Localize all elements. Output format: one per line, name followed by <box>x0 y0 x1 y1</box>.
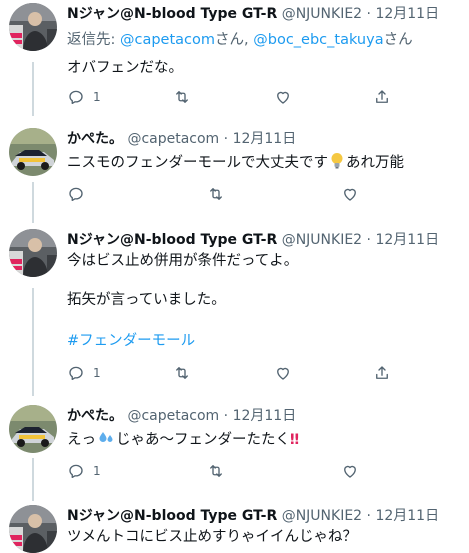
tweet-text-line: 拓矢が言っていました。 <box>67 292 226 308</box>
like-button[interactable] <box>274 87 292 107</box>
reply-icon <box>67 462 85 480</box>
share-button[interactable] <box>373 87 391 107</box>
retweet-icon <box>173 88 191 106</box>
hashtag-link[interactable]: #フェンダーモール <box>67 331 195 351</box>
sweat-droplets-emoji <box>97 429 115 447</box>
avatar[interactable] <box>9 405 57 453</box>
display-name[interactable]: Nジャン@N-blood Type GT-R <box>67 232 277 248</box>
reply-icon <box>67 364 85 382</box>
tweet-text: オバフェンだな。 <box>67 60 183 76</box>
user-handle[interactable]: @capetacom <box>127 131 219 147</box>
separator-dot: · <box>366 6 371 22</box>
reply-button[interactable] <box>67 184 85 204</box>
retweet-button[interactable] <box>207 184 225 204</box>
tweet-date[interactable]: 12月11日 <box>233 408 297 424</box>
like-button[interactable] <box>341 184 359 204</box>
separator-dot: · <box>223 408 229 424</box>
user-handle[interactable]: @capetacom <box>127 408 219 424</box>
tweet-text: ツメんトコにビス止めすりゃイイんじゃね？ <box>67 529 357 545</box>
like-button[interactable] <box>274 363 292 383</box>
reply-count: 1 <box>93 464 101 478</box>
user-handle[interactable]: @NJUNKIE2 <box>282 508 362 524</box>
tweet-text-part: ニスモのフェンダーモールで大丈夫です <box>67 155 328 171</box>
retweet-icon <box>173 364 191 382</box>
reply-context: 返信先: @capetacomさん, @boc_ebc_takuyaさん <box>67 30 413 50</box>
separator-dot: · <box>223 131 229 147</box>
tweet-text: ニスモのフェンダーモールで大丈夫です あれ万能 <box>67 152 404 173</box>
reply-count: 1 <box>93 366 101 380</box>
tweet[interactable]: かぺた。 @capetacom · 12月11日 ニスモのフェンダーモールで大丈… <box>0 128 469 208</box>
double-exclamation-emoji: ‼ <box>290 432 300 448</box>
tweet-date[interactable]: 12月11日 <box>233 131 297 147</box>
reply-icon <box>67 185 85 203</box>
tweet-text: えっ じゃあ～フェンダーたたく‼ <box>67 429 299 450</box>
tweet-actions: 1 <box>67 87 407 107</box>
tweet-date[interactable]: 12月11日 <box>375 232 439 248</box>
mention-link[interactable]: @boc_ebc_takuya <box>253 32 383 48</box>
tweet-text-part: じゃあ～フェンダーたたく <box>116 432 290 448</box>
display-name[interactable]: かぺた。 <box>67 408 123 424</box>
separator-dot: · <box>366 508 371 524</box>
tweet-header: Nジャン@N-blood Type GT-R @NJUNKIE2 · 12月11… <box>67 231 439 249</box>
tweet[interactable]: Nジャン@N-blood Type GT-R @NJUNKIE2 · 12月11… <box>0 229 469 389</box>
tweet-text-line: 今はビス止め併用が条件だってよ。 <box>67 253 299 269</box>
tweet-text-part: えっ <box>67 432 96 448</box>
share-button[interactable] <box>373 363 391 383</box>
heart-icon <box>341 185 359 203</box>
tweet[interactable]: Nジャン@N-blood Type GT-R @NJUNKIE2 · 12月11… <box>0 505 469 545</box>
tweet-header: Nジャン@N-blood Type GT-R @NJUNKIE2 · 12月11… <box>67 5 439 23</box>
light-bulb-emoji <box>330 152 344 170</box>
reply-button[interactable]: 1 <box>67 363 101 383</box>
reply-icon <box>67 88 85 106</box>
avatar[interactable] <box>9 505 57 553</box>
user-handle[interactable]: @NJUNKIE2 <box>282 6 362 22</box>
display-name[interactable]: Nジャン@N-blood Type GT-R <box>67 508 277 524</box>
share-icon <box>373 88 391 106</box>
avatar[interactable] <box>9 128 57 176</box>
tweet-header: かぺた。 @capetacom · 12月11日 <box>67 407 296 425</box>
retweet-button[interactable] <box>173 87 191 107</box>
mention-link[interactable]: @capetacom <box>120 32 215 48</box>
display-name[interactable]: Nジャン@N-blood Type GT-R <box>67 6 277 22</box>
tweet-actions: 1 <box>67 461 407 481</box>
reply-separator: さん, <box>215 32 254 48</box>
avatar[interactable] <box>9 229 57 277</box>
tweet-header: Nジャン@N-blood Type GT-R @NJUNKIE2 · 12月11… <box>67 507 439 525</box>
heart-icon <box>274 364 292 382</box>
heart-icon <box>274 88 292 106</box>
reply-button[interactable]: 1 <box>67 461 101 481</box>
separator-dot: · <box>366 232 371 248</box>
tweet-date[interactable]: 12月11日 <box>375 6 439 22</box>
display-name[interactable]: かぺた。 <box>67 131 123 147</box>
retweet-icon <box>207 185 225 203</box>
retweet-button[interactable] <box>173 363 191 383</box>
avatar[interactable] <box>9 3 57 51</box>
tweet-text-part: あれ万能 <box>346 155 404 171</box>
reply-prefix: 返信先: <box>67 32 120 48</box>
tweet-header: かぺた。 @capetacom · 12月11日 <box>67 130 296 148</box>
reply-count: 1 <box>93 90 101 104</box>
tweet[interactable]: かぺた。 @capetacom · 12月11日 えっ じゃあ～フェンダーたたく… <box>0 405 469 485</box>
retweet-icon <box>207 462 225 480</box>
tweet-date[interactable]: 12月11日 <box>375 508 439 524</box>
tweet-actions: 1 <box>67 363 407 383</box>
heart-icon <box>341 462 359 480</box>
reply-button[interactable]: 1 <box>67 87 101 107</box>
reply-suffix: さん <box>383 32 413 48</box>
tweet-actions <box>67 184 407 204</box>
retweet-button[interactable] <box>207 461 225 481</box>
share-icon <box>373 364 391 382</box>
tweet[interactable]: Nジャン@N-blood Type GT-R @NJUNKIE2 · 12月11… <box>0 3 469 113</box>
like-button[interactable] <box>341 461 359 481</box>
user-handle[interactable]: @NJUNKIE2 <box>282 232 362 248</box>
